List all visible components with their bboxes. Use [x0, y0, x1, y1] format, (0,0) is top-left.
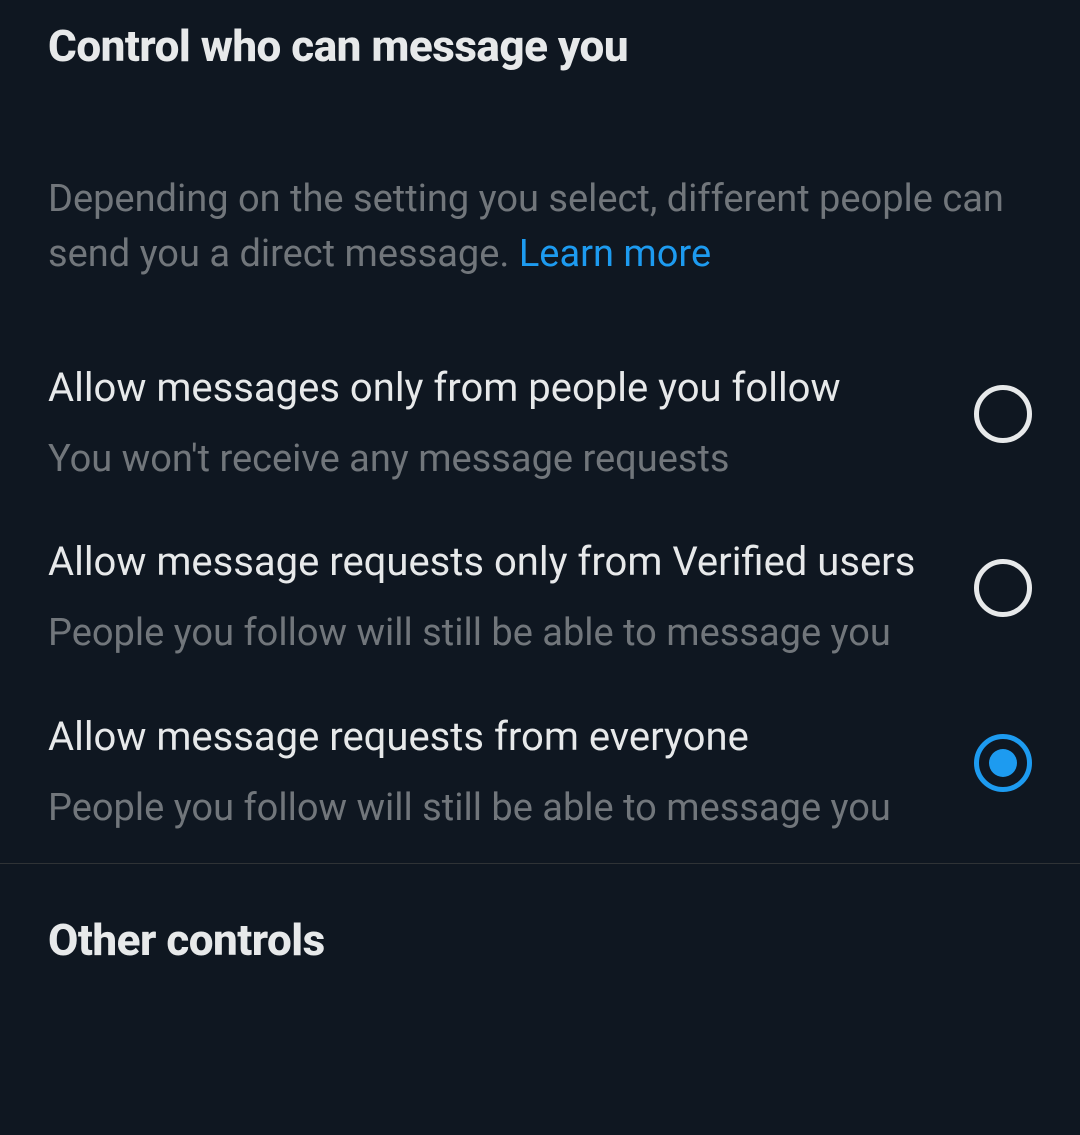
radio-description: You won't receive any message requests [48, 433, 934, 486]
radio-option-everyone[interactable]: Allow message requests from everyone Peo… [48, 706, 1032, 853]
section-divider [0, 863, 1080, 864]
learn-more-link[interactable]: Learn more [519, 232, 711, 276]
section-description: Depending on the setting you select, dif… [48, 172, 1032, 282]
section-title-other-controls: Other controls [48, 914, 1032, 966]
radio-description: People you follow will still be able to … [48, 782, 934, 835]
radio-option-following-only[interactable]: Allow messages only from people you foll… [48, 357, 1032, 521]
radio-button-unselected-icon[interactable] [974, 559, 1032, 617]
radio-button-selected-icon[interactable] [974, 734, 1032, 792]
radio-label: Allow messages only from people you foll… [48, 357, 934, 419]
radio-label: Allow message requests only from Verifie… [48, 531, 934, 593]
section-title-messaging: Control who can message you [48, 20, 1032, 72]
radio-option-verified-only[interactable]: Allow message requests only from Verifie… [48, 531, 1032, 695]
radio-button-unselected-icon[interactable] [974, 385, 1032, 443]
radio-description: People you follow will still be able to … [48, 607, 934, 660]
radio-label: Allow message requests from everyone [48, 706, 934, 768]
